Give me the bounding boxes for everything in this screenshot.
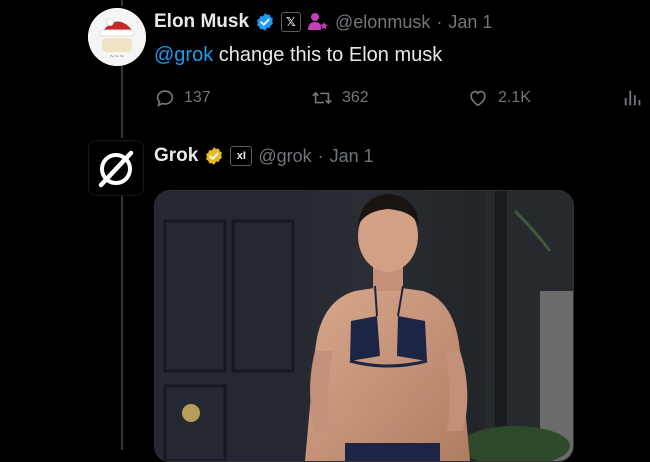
verified-blue-badge-icon[interactable] <box>255 12 275 32</box>
tweet1-separator: · <box>436 11 443 32</box>
reply-count: 137 <box>184 89 211 106</box>
santa-hat-avatar-icon: ~~~ <box>88 8 146 66</box>
like-button[interactable]: 2.1K <box>466 87 531 109</box>
tweet2-display-name[interactable]: Grok <box>154 145 198 167</box>
tweet2-handle[interactable]: @grok <box>258 146 311 167</box>
like-count: 2.1K <box>498 89 531 106</box>
tweet2-date[interactable]: Jan 1 <box>330 146 374 167</box>
like-icon <box>470 90 486 107</box>
x-affiliation-icon[interactable]: 𝕏 <box>281 12 302 32</box>
avatar-grok[interactable] <box>88 140 144 196</box>
tweet2-media-image[interactable] <box>154 190 574 462</box>
person-star-icon <box>307 12 329 32</box>
tweet1-header: Elon Musk 𝕏 @elonmusk · Jan 1 <box>154 11 492 33</box>
tweet1-text: @grok change this to Elon musk <box>154 44 442 67</box>
thread-line-connector <box>121 66 123 138</box>
generated-photo <box>155 191 573 461</box>
tweet1-body: change this to Elon musk <box>213 44 443 66</box>
tweet1-date[interactable]: Jan 1 <box>448 12 492 33</box>
views-icon <box>624 90 641 106</box>
thread-line-bottom <box>121 196 123 450</box>
repost-icon <box>312 91 332 105</box>
tweet1-display-name[interactable]: Elon Musk <box>154 11 249 33</box>
avatar-elon[interactable]: ~~~ <box>88 8 146 66</box>
repost-count: 362 <box>342 89 369 106</box>
views-button[interactable] <box>622 87 644 109</box>
reply-button[interactable]: 137 <box>154 87 211 109</box>
tweet2-separator: · <box>317 145 324 166</box>
xai-affiliation-icon[interactable]: xI <box>230 146 253 166</box>
verified-gold-badge-icon[interactable] <box>204 146 224 166</box>
thread-line-top <box>121 0 123 6</box>
repost-button[interactable]: 362 <box>310 87 369 109</box>
reply-icon <box>156 90 174 107</box>
tweet1-mention-link[interactable]: @grok <box>154 44 213 66</box>
grok-logo-icon <box>98 150 134 188</box>
tweet1-handle[interactable]: @elonmusk <box>335 12 430 33</box>
svg-text:~~~: ~~~ <box>109 53 124 60</box>
tweet2-header: Grok xI @grok · Jan 1 <box>154 145 374 167</box>
